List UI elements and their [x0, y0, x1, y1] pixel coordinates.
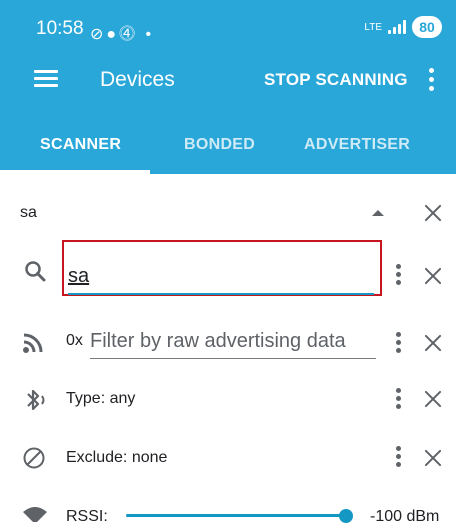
status-right-icons: LTE 80 — [364, 16, 442, 38]
raw-data-underline — [90, 358, 376, 359]
tab-bar: SCANNER BONDED ADVERTISER — [0, 124, 456, 174]
link-icon: ⊘ — [90, 26, 107, 43]
rssi-slider-track[interactable] — [126, 514, 346, 517]
raw-data-filter-row: 0x — [0, 318, 456, 366]
search-icon — [24, 260, 46, 282]
rssi-value: -100 dBm — [370, 508, 440, 525]
type-filter-label: Type: any — [66, 390, 136, 407]
name-filter-options-icon[interactable] — [396, 264, 402, 286]
overflow-menu-icon[interactable] — [428, 68, 436, 94]
status-time: 10:58 — [36, 18, 84, 39]
type-filter-options-icon[interactable] — [396, 388, 402, 410]
stop-scanning-button[interactable]: STOP SCANNING — [264, 70, 408, 90]
tab-advertiser[interactable]: ADVERTISER — [304, 136, 410, 154]
raw-filter-options-icon[interactable] — [396, 332, 402, 354]
clear-raw-filter-icon[interactable] — [422, 332, 444, 354]
wifi-signal-icon — [22, 506, 48, 522]
filter-summary: sa — [20, 204, 37, 221]
top-app-area: 10:58 ⊘●⓸ • LTE 80 Devices STOP SCANNING… — [0, 0, 456, 174]
tab-indicator — [0, 170, 150, 174]
clear-type-filter-icon[interactable] — [422, 388, 444, 410]
signal-icon — [388, 20, 406, 34]
status-bar: 10:58 ⊘●⓸ • LTE 80 — [0, 0, 456, 54]
rss-icon — [22, 332, 44, 354]
bluetooth-icon — [24, 388, 52, 412]
network-type: LTE — [364, 21, 382, 33]
page-title: Devices — [100, 68, 175, 91]
search-input[interactable] — [68, 258, 368, 294]
clear-filters-icon[interactable] — [422, 202, 444, 224]
clear-name-filter-icon[interactable] — [422, 265, 444, 287]
collapse-icon[interactable] — [372, 210, 384, 216]
battery-badge: 80 — [412, 16, 442, 38]
exclude-filter-options-icon[interactable] — [396, 446, 402, 468]
block-icon — [22, 446, 46, 470]
menu-icon[interactable] — [34, 70, 58, 88]
tab-scanner[interactable]: SCANNER — [40, 136, 121, 154]
status-notification-icons: ⊘●⓸ • — [90, 20, 154, 44]
filter-header-row[interactable]: sa — [0, 196, 456, 232]
raw-data-prefix: 0x — [66, 332, 83, 349]
app-bar: Devices STOP SCANNING — [0, 56, 456, 112]
exclude-filter-label: Exclude: none — [66, 449, 168, 466]
exclude-filter-row[interactable]: Exclude: none — [0, 436, 456, 480]
clear-exclude-filter-icon[interactable] — [422, 447, 444, 469]
bag-icon: ● — [106, 26, 120, 43]
dollar-circle-icon: ⓸ — [119, 26, 139, 43]
search-input-underline — [68, 293, 374, 295]
rssi-label: RSSI: — [66, 508, 108, 525]
rssi-slider-thumb[interactable] — [339, 509, 353, 523]
type-filter-row[interactable]: Type: any — [0, 378, 456, 422]
rssi-filter-row: RSSI: -100 dBm — [0, 494, 456, 527]
tab-bonded[interactable]: BONDED — [184, 136, 255, 154]
raw-data-input[interactable] — [90, 326, 376, 356]
status-dot: • — [145, 26, 155, 43]
